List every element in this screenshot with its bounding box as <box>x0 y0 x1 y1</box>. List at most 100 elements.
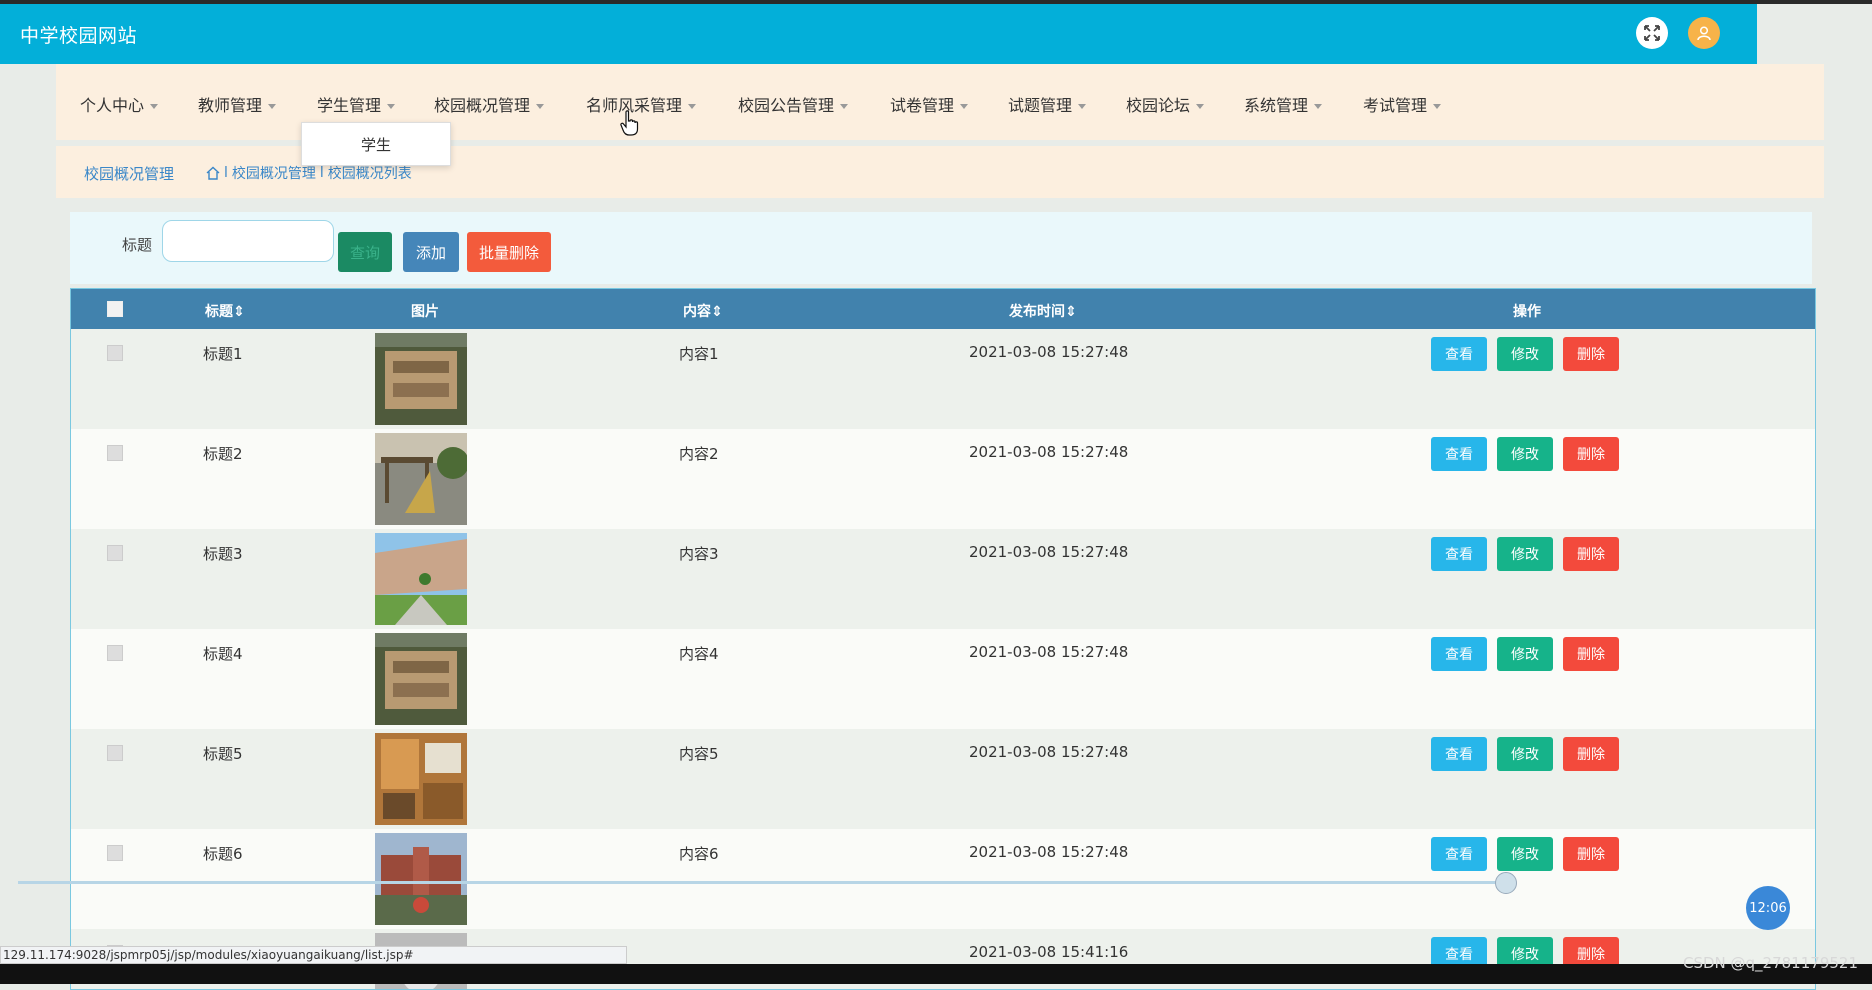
chevron-down-icon <box>1196 104 1205 109</box>
nav-system-management[interactable]: 系统管理 <box>1244 92 1323 116</box>
row-checkbox[interactable] <box>107 445 123 461</box>
edit-button[interactable]: 修改 <box>1497 737 1553 771</box>
fullscreen-icon <box>1644 25 1660 41</box>
view-button[interactable]: 查看 <box>1431 837 1487 871</box>
nav-label: 教师管理 <box>198 96 263 115</box>
nav-teacher-showcase-management[interactable]: 名师风采管理 <box>586 92 697 116</box>
cell-title: 标题2 <box>203 445 243 463</box>
sort-icon: ⇕ <box>233 304 245 320</box>
table-row: 标题3 内容3 2021-03-08 15:27:48 查看 修改 删除 <box>71 529 1815 629</box>
user-avatar-button[interactable] <box>1688 17 1720 49</box>
video-progress-bar[interactable] <box>18 881 1508 884</box>
table-row: 标题1 内容1 2021-03-08 15:27:48 查看 修改 删除 <box>71 329 1815 429</box>
nav-question-management[interactable]: 试题管理 <box>1008 92 1087 116</box>
video-progress-handle[interactable] <box>1495 872 1517 894</box>
search-button[interactable]: 查询 <box>338 232 392 272</box>
row-checkbox[interactable] <box>107 645 123 661</box>
breadcrumb-item[interactable]: 校园概况管理 <box>232 163 316 183</box>
batch-delete-button[interactable]: 批量删除 <box>467 232 551 272</box>
header-title[interactable]: 标题⇕ <box>205 301 245 321</box>
cell-publish-time: 2021-03-08 15:27:48 <box>969 443 1129 461</box>
cell-title: 标题4 <box>203 645 243 663</box>
delete-button[interactable]: 删除 <box>1563 437 1619 471</box>
header-label: 内容 <box>683 304 711 320</box>
header-label: 标题 <box>205 304 233 320</box>
view-button[interactable]: 查看 <box>1431 437 1487 471</box>
cell-publish-time: 2021-03-08 15:41:16 <box>969 943 1129 961</box>
header-actions: 操作 <box>1513 304 1541 320</box>
view-button[interactable]: 查看 <box>1431 337 1487 371</box>
view-button[interactable]: 查看 <box>1431 737 1487 771</box>
status-url: 129.11.174:9028/jspmrp05j/jsp/modules/xi… <box>0 946 627 964</box>
edit-button[interactable]: 修改 <box>1497 637 1553 671</box>
nav-exam-management[interactable]: 考试管理 <box>1363 92 1442 116</box>
cell-publish-time: 2021-03-08 15:27:48 <box>969 543 1129 561</box>
video-time-badge: 12:06 <box>1746 886 1790 930</box>
nav-student-management[interactable]: 学生管理 <box>317 92 396 116</box>
nav-teacher-management[interactable]: 教师管理 <box>198 92 277 116</box>
breadcrumb-item: 校园概况列表 <box>327 166 412 182</box>
chevron-down-icon <box>688 104 697 109</box>
watermark: CSDN @q_2781179521 <box>1683 954 1858 972</box>
cell-image <box>375 833 467 925</box>
table-row: 标题6 内容6 2021-03-08 15:27:48 查看 修改 删除 <box>71 829 1815 929</box>
user-icon <box>1697 26 1711 41</box>
row-checkbox[interactable] <box>107 345 123 361</box>
add-button[interactable]: 添加 <box>403 232 459 272</box>
row-checkbox[interactable] <box>107 545 123 561</box>
nav-label: 校园论坛 <box>1126 96 1191 115</box>
header-publish-time[interactable]: 发布时间⇕ <box>1009 301 1077 321</box>
edit-button[interactable]: 修改 <box>1497 337 1553 371</box>
cell-title: 标题5 <box>203 745 243 763</box>
delete-button[interactable]: 删除 <box>1563 837 1619 871</box>
cell-publish-time: 2021-03-08 15:27:48 <box>969 343 1129 361</box>
breadcrumb-separator: l <box>319 165 324 181</box>
sort-icon: ⇕ <box>1065 304 1077 320</box>
header-image: 图片 <box>411 304 439 320</box>
nav-campus-forum[interactable]: 校园论坛 <box>1126 92 1205 116</box>
search-input[interactable] <box>162 220 334 262</box>
chevron-down-icon <box>150 104 159 109</box>
cell-content: 内容1 <box>679 345 719 363</box>
edit-button[interactable]: 修改 <box>1497 837 1553 871</box>
cell-image <box>375 433 467 525</box>
edit-button[interactable]: 修改 <box>1497 437 1553 471</box>
select-all-checkbox[interactable] <box>107 301 123 317</box>
cell-image <box>375 533 467 625</box>
header-content[interactable]: 内容⇕ <box>683 301 723 321</box>
row-checkbox[interactable] <box>107 845 123 861</box>
home-icon[interactable] <box>206 166 220 180</box>
delete-button[interactable]: 删除 <box>1563 537 1619 571</box>
chevron-down-icon <box>1078 104 1087 109</box>
fullscreen-button[interactable] <box>1636 17 1668 49</box>
page-title: 校园概况管理 <box>84 165 175 183</box>
nav-exam-paper-management[interactable]: 试卷管理 <box>890 92 969 116</box>
breadcrumb-separator: l <box>224 165 228 181</box>
data-table: 标题⇕ 图片 内容⇕ 发布时间⇕ 操作 标题1 内容1 2021-03-08 15:… <box>70 288 1816 990</box>
dropdown-menu-item-student[interactable]: 学生 <box>301 122 451 166</box>
chevron-down-icon <box>840 104 849 109</box>
chevron-down-icon <box>387 104 396 109</box>
delete-button[interactable]: 删除 <box>1563 337 1619 371</box>
cell-content: 内容4 <box>679 645 719 663</box>
chevron-down-icon <box>1314 104 1323 109</box>
nav-label: 考试管理 <box>1363 96 1428 115</box>
nav-campus-notice-management[interactable]: 校园公告管理 <box>738 92 849 116</box>
nav-campus-overview-management[interactable]: 校园概况管理 <box>434 92 545 116</box>
edit-button[interactable]: 修改 <box>1497 537 1553 571</box>
view-button[interactable]: 查看 <box>1431 637 1487 671</box>
nav-label: 试卷管理 <box>890 96 955 115</box>
delete-button[interactable]: 删除 <box>1563 637 1619 671</box>
nav-label: 试题管理 <box>1008 96 1073 115</box>
table-header: 标题⇕ 图片 内容⇕ 发布时间⇕ 操作 <box>71 289 1815 329</box>
nav-personal-center[interactable]: 个人中心 <box>80 92 159 116</box>
cell-publish-time: 2021-03-08 15:27:48 <box>969 743 1129 761</box>
nav-label: 个人中心 <box>80 96 145 115</box>
view-button[interactable]: 查看 <box>1431 537 1487 571</box>
cell-publish-time: 2021-03-08 15:27:48 <box>969 643 1129 661</box>
row-checkbox[interactable] <box>107 745 123 761</box>
bottom-strip <box>0 964 1872 984</box>
search-bar: 标题 查询 添加 批量删除 <box>70 212 1812 284</box>
delete-button[interactable]: 删除 <box>1563 737 1619 771</box>
chevron-down-icon <box>1433 104 1442 109</box>
